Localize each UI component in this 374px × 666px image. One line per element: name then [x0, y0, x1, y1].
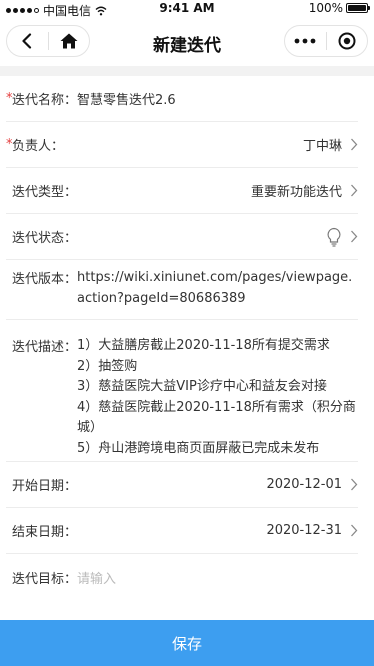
end-date-field[interactable]: 结束日期： 2020-12-31 — [6, 508, 358, 554]
chevron-right-icon — [351, 478, 358, 491]
end-date-value: 2020-12-31 — [266, 523, 342, 538]
start-date-label: 开始日期： — [12, 479, 78, 494]
description-field[interactable]: 迭代描述： 1）大益膳房截止2020-11-18所有提交需求 2）抽签购 3）慈… — [6, 320, 358, 462]
version-value[interactable]: https://wiki.xiniunet.com/pages/viewpage… — [77, 268, 358, 309]
lightbulb-icon — [327, 227, 341, 247]
version-label: 迭代版本： — [12, 272, 78, 287]
nav-bar: 新建迭代 — [0, 18, 374, 66]
status-picker[interactable] — [326, 227, 358, 247]
version-field[interactable]: 迭代版本： https://wiki.xiniunet.com/pages/vi… — [6, 260, 358, 320]
description-line: 2）抽签购 — [77, 358, 138, 374]
type-label: 迭代类型： — [12, 185, 78, 200]
required-mark: * — [6, 137, 13, 152]
start-date-value: 2020-12-01 — [266, 477, 342, 492]
status-label: 迭代状态： — [12, 231, 78, 246]
owner-label: 负责人： — [12, 139, 65, 154]
name-value[interactable]: 智慧零售迭代2.6 — [77, 89, 176, 108]
nav-right-capsule — [284, 25, 368, 57]
battery-percent: 100% — [308, 1, 343, 15]
more-dots-icon — [294, 38, 316, 44]
start-date-picker[interactable]: 2020-12-01 — [266, 477, 358, 492]
description-label: 迭代描述： — [12, 340, 78, 355]
iteration-form: * 迭代名称： 智慧零售迭代2.6 * 负责人： 丁中琳 迭代类型： 重要新功能… — [0, 76, 374, 600]
owner-picker[interactable]: 丁中琳 — [303, 135, 358, 154]
goal-field[interactable]: 迭代目标： 请输入 — [6, 554, 358, 600]
save-button[interactable]: 保存 — [0, 620, 374, 666]
chevron-right-icon — [351, 184, 358, 197]
description-line: 1）大益膳房截止2020-11-18所有提交需求 — [77, 338, 330, 353]
battery-icon — [346, 3, 370, 13]
target-circle-icon — [338, 32, 356, 50]
chevron-right-icon — [351, 230, 358, 243]
header-divider — [0, 66, 374, 76]
status-right: 100% — [308, 1, 370, 15]
end-date-label: 结束日期： — [12, 525, 78, 540]
type-value: 重要新功能迭代 — [250, 185, 342, 200]
required-mark: * — [6, 91, 13, 106]
owner-value: 丁中琳 — [302, 139, 342, 154]
goal-input[interactable]: 请输入 — [77, 568, 116, 587]
description-value[interactable]: 1）大益膳房截止2020-11-18所有提交需求 2）抽签购 3）慈益医院大益V… — [77, 336, 358, 459]
start-date-field[interactable]: 开始日期： 2020-12-01 — [6, 462, 358, 508]
status-field[interactable]: 迭代状态： — [6, 214, 358, 260]
description-line: 4）慈益医院截止2020-11-18所有需求（积分商城） — [77, 399, 356, 436]
name-field[interactable]: * 迭代名称： 智慧零售迭代2.6 — [6, 76, 358, 122]
type-picker[interactable]: 重要新功能迭代 — [251, 181, 358, 200]
chevron-right-icon — [351, 524, 358, 537]
description-line: 3）慈益医院大益VIP诊疗中心和益友会对接 — [77, 379, 327, 394]
end-date-picker[interactable]: 2020-12-31 — [266, 523, 358, 538]
description-line: 5）舟山港跨境电商页面屏蔽已完成未发布 — [77, 440, 320, 456]
more-button[interactable] — [285, 26, 326, 56]
type-field[interactable]: 迭代类型： 重要新功能迭代 — [6, 168, 358, 214]
owner-field[interactable]: * 负责人： 丁中琳 — [6, 122, 358, 168]
goal-label: 迭代目标： — [12, 571, 78, 587]
name-label: 迭代名称： — [12, 93, 78, 108]
close-button[interactable] — [326, 26, 367, 56]
chevron-right-icon — [351, 138, 358, 151]
status-bar: 中国电信 9:41 AM 100% — [0, 0, 374, 18]
